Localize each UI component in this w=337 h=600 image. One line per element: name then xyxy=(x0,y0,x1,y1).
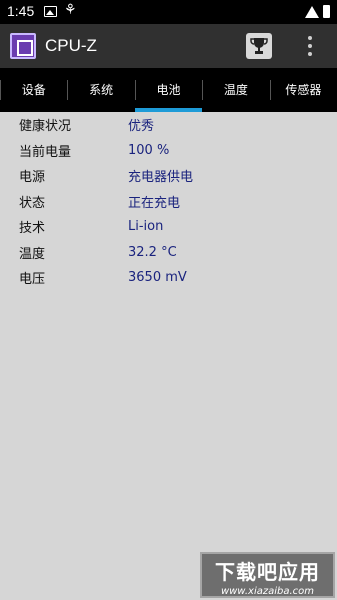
notification-icon: ⚘ xyxy=(64,2,77,18)
info-value: Li-ion xyxy=(128,219,164,235)
info-key: 健康状况 xyxy=(19,119,72,135)
info-key: 电压 xyxy=(19,272,46,288)
wifi-icon xyxy=(305,6,319,18)
app-title: CPU-Z xyxy=(45,36,97,55)
tab-sensors[interactable]: 传感器 xyxy=(269,68,337,112)
info-row-level: 当前电量 100 % xyxy=(0,138,337,164)
info-row-technology: 技术 Li-ion xyxy=(0,214,337,240)
cpu-chip-icon xyxy=(10,33,36,59)
status-bar: 1:45 ⚘ xyxy=(0,0,337,24)
info-value: 3650 mV xyxy=(128,270,187,286)
battery-icon xyxy=(323,5,330,18)
info-key: 状态 xyxy=(19,195,46,211)
overflow-menu-dot xyxy=(308,52,312,56)
tab-temperature[interactable]: 温度 xyxy=(202,68,269,112)
tab-system[interactable]: 系统 xyxy=(67,68,134,112)
image-icon xyxy=(44,6,57,17)
info-value: 优秀 xyxy=(128,119,155,135)
info-key: 技术 xyxy=(19,221,46,237)
watermark-title: 下载吧应用 xyxy=(215,560,320,584)
trophy-icon xyxy=(250,38,268,54)
watermark-url: www.xiazaiba.com xyxy=(220,586,315,597)
info-value: 正在充电 xyxy=(128,195,181,211)
info-key: 温度 xyxy=(19,246,46,262)
overflow-menu-icon xyxy=(308,36,312,40)
info-value: 充电器供电 xyxy=(128,170,194,186)
overflow-menu-button[interactable] xyxy=(303,34,317,58)
tab-bar: 设备 系统 电池 温度 传感器 xyxy=(0,68,337,112)
trophy-button[interactable] xyxy=(246,33,272,59)
info-row-power-source: 电源 充电器供电 xyxy=(0,163,337,189)
overflow-menu-dot xyxy=(308,44,312,48)
status-time: 1:45 xyxy=(7,3,35,19)
info-row-voltage: 电压 3650 mV xyxy=(0,265,337,291)
app-bar: CPU-Z xyxy=(0,24,337,68)
tab-device[interactable]: 设备 xyxy=(0,68,67,112)
info-key: 当前电量 xyxy=(19,144,72,160)
battery-info-table: 健康状况 优秀 当前电量 100 % 电源 充电器供电 状态 正在充电 技术 L… xyxy=(0,112,337,291)
watermark-logo: 下载吧应用 www.xiazaiba.com xyxy=(200,552,335,598)
info-row-temperature: 温度 32.2 °C xyxy=(0,240,337,266)
tab-battery[interactable]: 电池 xyxy=(134,68,203,112)
info-value: 100 % xyxy=(128,142,170,158)
info-row-health: 健康状况 优秀 xyxy=(0,112,337,138)
info-key: 电源 xyxy=(19,170,46,186)
info-value: 32.2 °C xyxy=(128,244,177,260)
info-row-status: 状态 正在充电 xyxy=(0,189,337,215)
